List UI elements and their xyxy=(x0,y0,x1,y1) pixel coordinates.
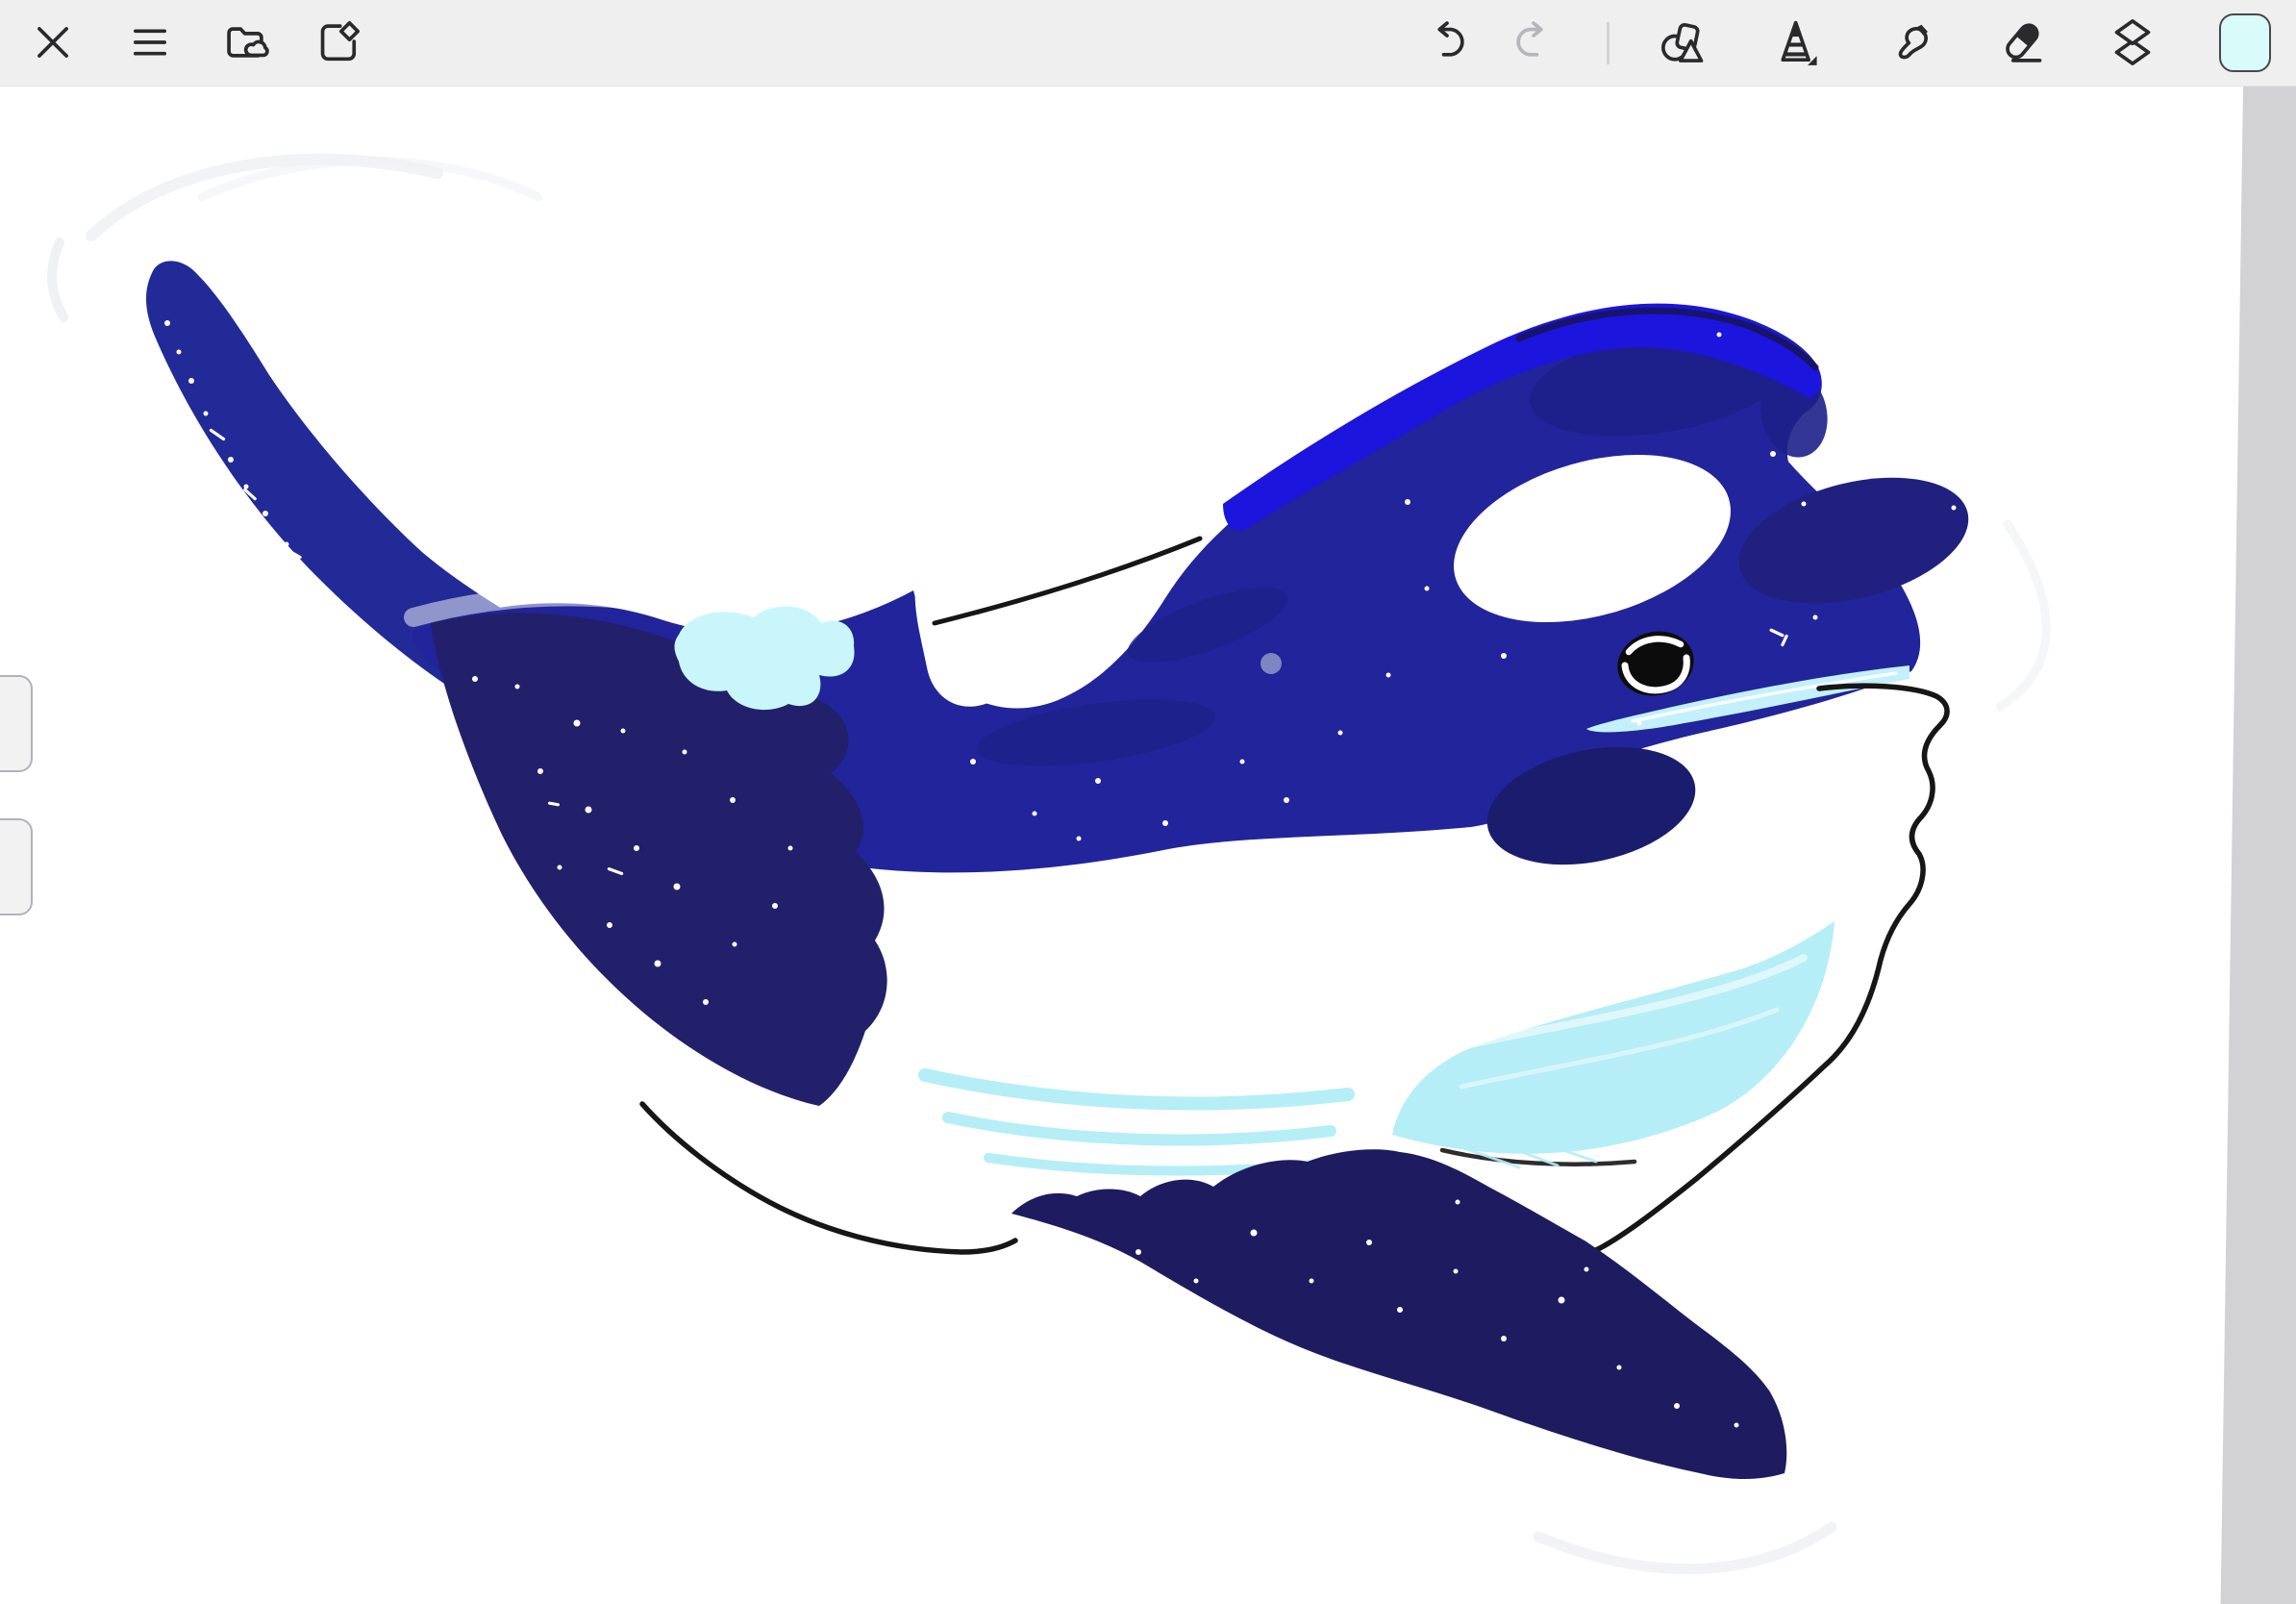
eraser-tool-button[interactable] xyxy=(1995,16,2047,68)
undo-icon xyxy=(1422,17,1472,67)
tray-handle-top[interactable] xyxy=(0,675,33,772)
pointing-finger-icon xyxy=(1888,17,1938,67)
layers-button[interactable] xyxy=(2107,16,2159,68)
menu-icon xyxy=(125,17,175,67)
blend-tool-button[interactable] xyxy=(1887,16,1939,68)
close-button[interactable] xyxy=(27,16,79,68)
redo-button[interactable] xyxy=(1508,16,1560,68)
pencil-tool-button[interactable] xyxy=(1771,16,1823,68)
layers-icon xyxy=(2108,17,2158,67)
drawing-paper[interactable] xyxy=(0,22,2243,1604)
menu-button[interactable] xyxy=(124,16,176,68)
toolbar-divider xyxy=(1607,22,1610,64)
share-icon xyxy=(313,17,363,67)
folder-cloud-icon xyxy=(220,17,270,67)
undo-button[interactable] xyxy=(1421,16,1473,68)
tray-handle-bottom[interactable] xyxy=(0,818,33,915)
color-swatch[interactable] xyxy=(2219,13,2271,72)
share-button[interactable] xyxy=(312,16,364,68)
shapes-tool-button[interactable] xyxy=(1657,16,1709,68)
redo-icon xyxy=(1509,17,1559,67)
app-screen xyxy=(0,0,2296,1604)
pencil-icon xyxy=(1772,17,1822,67)
shapes-icon xyxy=(1658,17,1708,67)
close-icon xyxy=(28,17,78,67)
gallery-button[interactable] xyxy=(219,16,271,68)
eraser-icon xyxy=(1996,17,2046,67)
toolbar xyxy=(0,0,2296,87)
